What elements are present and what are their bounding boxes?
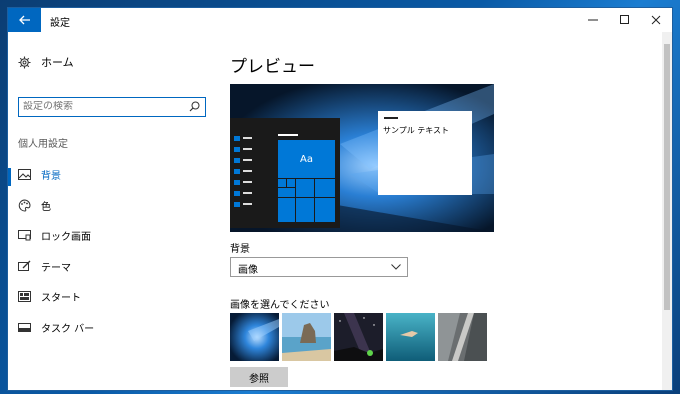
search-box[interactable] [18,97,206,117]
sidebar-item-theme[interactable]: テーマ [18,256,208,276]
theme-icon [18,260,31,271]
search-input[interactable] [23,101,183,112]
background-preview: Aa サンプル テキスト [230,84,494,232]
lock-screen-icon [18,229,31,240]
live-tile: Aa [278,140,335,178]
sidebar-item-label: 色 [41,201,51,213]
choose-image-label: 画像を選んでください [230,300,330,311]
gear-icon [18,55,31,69]
page-title: プレビュー [230,57,315,77]
dropdown-value: 画像 [238,265,258,276]
chevron-down-icon [391,264,401,270]
minimize-button[interactable] [576,8,609,32]
minimize-icon [587,19,598,21]
thumbnail-starry-night[interactable] [334,313,383,361]
sidebar-item-label: ロック画面 [41,231,91,243]
thumbnail-windows-hero[interactable] [230,313,279,361]
scroll-thumb[interactable] [664,44,670,310]
start-menu-header-icon [278,134,298,136]
sidebar-item-label: タスク バー [41,323,95,335]
title-bar: 設定 [8,8,672,32]
sidebar-item-color[interactable]: 色 [18,195,208,215]
background-label: 背景 [230,244,250,255]
sidebar-item-label: テーマ [41,262,71,274]
thumbnail-beach-rocks[interactable] [282,313,331,361]
sidebar-item-start[interactable]: スタート [18,286,208,306]
background-type-dropdown[interactable]: 画像 [230,257,408,277]
content-area: プレビュー Aa サンプル テキスト 背景 画像 画像を選んでください 参照 [230,32,660,390]
sample-text: サンプル テキスト [383,126,450,135]
palette-icon [18,198,31,212]
tile-label: Aa [300,153,313,165]
start-icon [18,290,31,302]
back-button[interactable] [8,8,41,32]
browse-button[interactable]: 参照 [230,367,288,387]
close-button[interactable] [639,8,672,32]
sidebar: ホーム 個人用設定 背景 色 [8,32,218,390]
sidebar-item-taskbar[interactable]: タスク バー [18,317,208,337]
live-tiles-grid-icon [278,179,335,222]
section-label: 個人用設定 [18,139,68,150]
sidebar-item-label: スタート [41,292,81,304]
sidebar-item-label: 背景 [41,170,61,182]
sample-window-accent [384,117,398,119]
search-icon [189,101,200,112]
back-arrow-icon [18,15,30,25]
sample-window: サンプル テキスト [378,111,472,195]
sidebar-item-background[interactable]: 背景 [18,164,208,184]
thumbnail-cliff-road[interactable] [438,313,487,361]
window-title: 設定 [50,18,70,29]
close-icon [651,15,660,25]
settings-window: 設定 ホーム 個人用設定 [8,8,672,390]
thumbnail-underwater-swimmer[interactable] [386,313,435,361]
sidebar-item-lock-screen[interactable]: ロック画面 [18,225,208,245]
active-indicator [8,168,11,186]
picture-icon [18,168,31,180]
start-menu-list-icon [234,136,252,207]
taskbar-icon [18,322,31,332]
nav-home[interactable]: ホーム [18,54,74,70]
maximize-icon [619,15,629,24]
scrollbar[interactable] [662,32,672,390]
image-thumbnails [230,313,487,361]
maximize-button[interactable] [608,8,641,32]
nav-home-label: ホーム [41,56,74,69]
